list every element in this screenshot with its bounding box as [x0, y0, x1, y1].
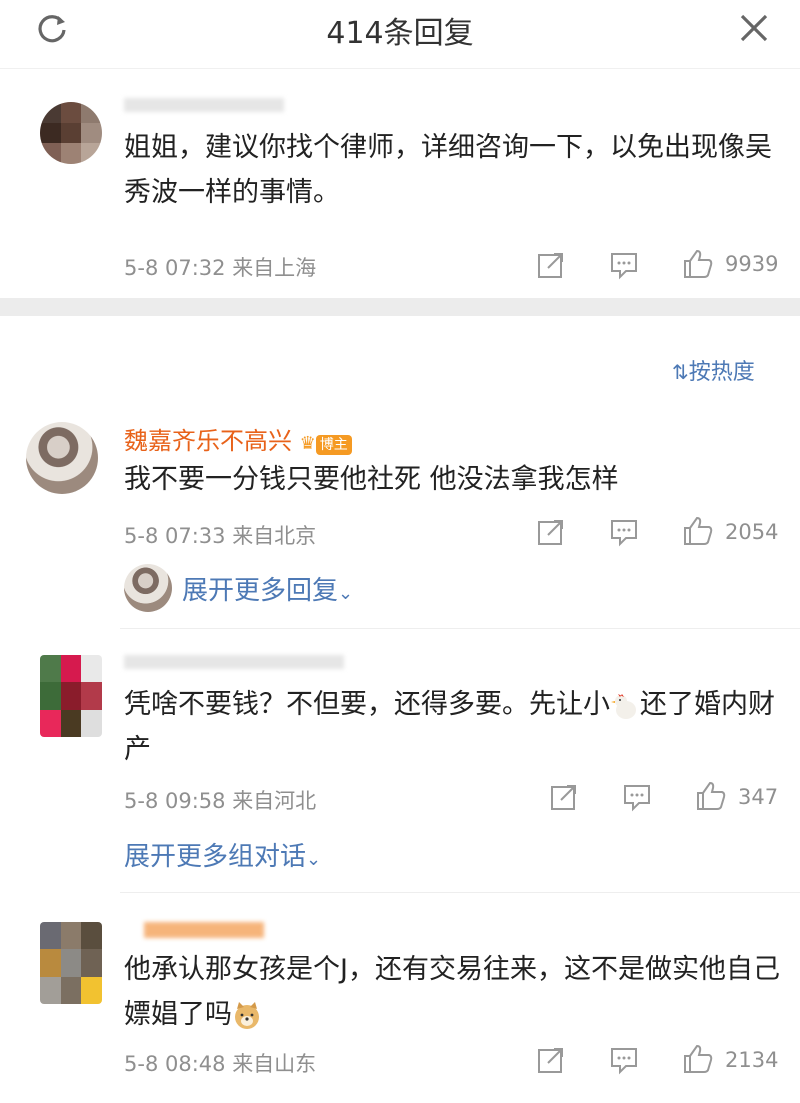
thumbs-up-icon[interactable] [682, 248, 714, 280]
username[interactable]: 魏嘉齐乐不高兴 ♛ 博主 [124, 421, 352, 456]
comment-text: 他承认那女孩是个J，还有交易往来，这不是做实他自己嫖娼了吗 [124, 954, 780, 1030]
doge-emoji-icon [235, 1001, 259, 1029]
share-icon[interactable] [536, 250, 566, 280]
comment-meta: 5-8 07:32 来自上海 [124, 252, 316, 282]
sort-toggle[interactable]: ⇅按热度 [672, 354, 755, 386]
comment-text: 凭啥不要钱？不但要，还得多要。先让小 还了婚内财产 [124, 689, 775, 765]
comment-location: 来自山东 [232, 1052, 317, 1076]
avatar[interactable] [26, 422, 98, 494]
comment-location: 来自北京 [232, 524, 317, 548]
reply-avatar [124, 564, 172, 612]
comment-text: 姐姐，建议你找个律师，详细咨询一下，以免出现像吴秀波一样的事情。 [124, 132, 772, 208]
comment-icon[interactable] [609, 517, 639, 547]
comment-meta: 5-8 09:58 来自河北 [124, 785, 316, 815]
comment-time: 5-8 07:32 [124, 256, 226, 280]
username-redacted [124, 98, 284, 112]
crown-icon: ♛ [299, 433, 316, 454]
close-icon[interactable] [736, 10, 772, 46]
author-badge: 博主 [315, 435, 352, 455]
username-redacted [144, 922, 264, 938]
expand-conversation-link[interactable]: 展开更多组对话⌄ [124, 836, 321, 873]
comment-time: 5-8 09:58 [124, 789, 226, 813]
chevron-down-icon: ⌄ [306, 849, 322, 870]
avatar[interactable] [40, 922, 102, 1004]
section-separator [0, 298, 800, 316]
share-icon[interactable] [549, 782, 579, 812]
comment-meta: 5-8 07:33 来自北京 [124, 520, 316, 550]
expand-replies-link[interactable]: 展开更多回复⌄ [182, 570, 353, 607]
sort-icon: ⇅ [672, 360, 689, 384]
comment-icon[interactable] [622, 782, 652, 812]
comment-meta: 5-8 08:48 来自山东 [124, 1048, 316, 1078]
share-icon[interactable] [536, 1045, 566, 1075]
avatar[interactable] [40, 102, 102, 164]
comment-time: 5-8 07:33 [124, 524, 226, 548]
header-divider [0, 68, 800, 69]
reply-header: 414条回复 [0, 0, 800, 62]
thumbs-up-icon[interactable] [682, 1043, 714, 1075]
thumbs-up-icon[interactable] [695, 780, 727, 812]
reply-count-title: 414条回复 [326, 16, 474, 51]
comment-location: 来自上海 [232, 256, 317, 280]
like-count: 2134 [725, 1048, 779, 1072]
username-redacted [124, 655, 344, 669]
comment-location: 来自河北 [232, 789, 317, 813]
comment-text: 我不要一分钱只要他社死 他没法拿我怎样 [124, 464, 619, 495]
like-count: 9939 [725, 252, 779, 276]
divider [120, 628, 800, 629]
comment-icon[interactable] [609, 1045, 639, 1075]
like-count: 347 [738, 785, 779, 809]
share-icon[interactable] [536, 517, 566, 547]
thumbs-up-icon[interactable] [682, 515, 714, 547]
divider [120, 892, 800, 893]
like-count: 2054 [725, 520, 779, 544]
comment-icon[interactable] [609, 250, 639, 280]
chicken-emoji-icon [611, 693, 636, 719]
comment-time: 5-8 08:48 [124, 1052, 226, 1076]
chevron-down-icon: ⌄ [338, 583, 354, 604]
avatar[interactable] [40, 655, 102, 737]
